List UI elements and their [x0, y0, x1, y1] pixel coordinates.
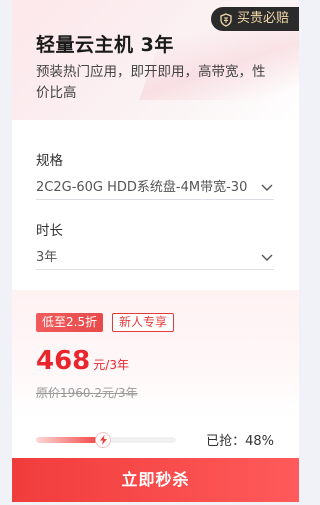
price-unit: 元/3年 — [93, 358, 129, 372]
guarantee-badge: 买贵必赔 — [210, 7, 299, 31]
duration-select-value: 3年 — [36, 250, 58, 265]
spec-select-value: 2C2G-60G HDD系统盘-4M带宽-30 — [36, 180, 248, 195]
spec-label: 规格 — [36, 153, 63, 169]
discount-tag: 低至2.5折 — [36, 313, 104, 332]
price-row: 468 元/3年 — [36, 346, 129, 376]
new-user-tag: 新人专享 — [112, 313, 175, 332]
product-title: 轻量云主机 3年 — [36, 34, 174, 56]
flash-sale-button[interactable]: 立即秒杀 — [12, 458, 299, 502]
guarantee-badge-label: 买贵必赔 — [236, 11, 289, 26]
product-card: 买贵必赔 轻量云主机 3年 预装热门应用，即开即用，高带宽，性价比高 规格 2C… — [12, 0, 299, 502]
duration-select[interactable]: 3年 — [36, 242, 274, 270]
price-amount: 468 — [36, 346, 91, 376]
lightning-icon — [96, 433, 110, 447]
sold-progress-fill — [36, 437, 103, 443]
sold-progress-label: 已抢：48% — [206, 434, 274, 449]
shield-icon — [219, 12, 233, 27]
product-description: 预装热门应用，即开即用，高带宽，性价比高 — [36, 64, 266, 101]
spec-select[interactable]: 2C2G-60G HDD系统盘-4M带宽-30 — [36, 172, 274, 200]
original-price: 原价1960.2元/3年 — [36, 386, 138, 400]
chevron-down-icon — [260, 249, 274, 263]
sold-progress-bar — [36, 433, 176, 447]
duration-label: 时长 — [36, 223, 63, 239]
chevron-down-icon — [260, 179, 274, 193]
